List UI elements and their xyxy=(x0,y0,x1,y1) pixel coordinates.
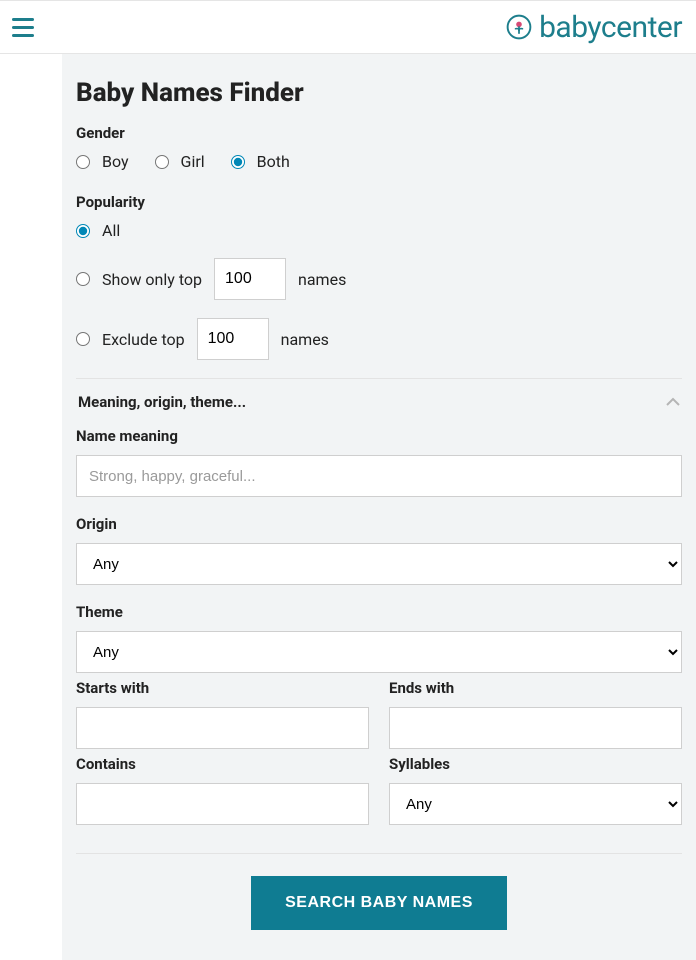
page-title: Baby Names Finder xyxy=(76,78,682,108)
advanced-accordion-header[interactable]: Meaning, origin, theme... xyxy=(76,378,682,421)
popularity-label: Popularity xyxy=(76,193,682,211)
popularity-onlytop-radio[interactable] xyxy=(76,272,90,286)
popularity-all-option[interactable]: All xyxy=(76,221,682,240)
brand-logo[interactable]: babycenter xyxy=(505,10,682,45)
popularity-exclude-suffix: names xyxy=(281,330,329,349)
theme-select[interactable]: Any xyxy=(76,631,682,673)
popularity-onlytop-input[interactable] xyxy=(214,258,286,300)
gender-girl-radio[interactable] xyxy=(155,155,169,169)
popularity-onlytop-suffix: names xyxy=(298,270,346,289)
meaning-input[interactable] xyxy=(76,455,682,497)
name-finder-form: Baby Names Finder Gender Boy Girl Both P… xyxy=(62,54,696,960)
advanced-panel: Name meaning Origin Any Theme Any Starts… xyxy=(76,427,682,825)
gender-boy-label: Boy xyxy=(102,152,129,171)
origin-label: Origin xyxy=(76,515,682,533)
popularity-all-label: All xyxy=(102,221,120,240)
contains-label: Contains xyxy=(76,755,369,773)
gender-radio-group: Boy Girl Both xyxy=(76,152,682,171)
gender-both-radio[interactable] xyxy=(231,155,245,169)
search-button[interactable]: SEARCH BABY NAMES xyxy=(251,876,507,930)
gender-boy-option[interactable]: Boy xyxy=(76,152,129,171)
theme-label: Theme xyxy=(76,603,682,621)
endswith-input[interactable] xyxy=(389,707,682,749)
logo-mark-icon xyxy=(505,13,533,41)
chevron-up-icon xyxy=(666,393,680,411)
global-header: babycenter xyxy=(0,0,696,54)
startswith-label: Starts with xyxy=(76,679,369,697)
popularity-exclude-input[interactable] xyxy=(197,318,269,360)
meaning-label: Name meaning xyxy=(76,427,682,445)
popularity-exclude-radio[interactable] xyxy=(76,332,90,346)
brand-name: babycenter xyxy=(539,10,682,45)
gender-both-label: Both xyxy=(257,152,290,171)
hamburger-menu-icon[interactable] xyxy=(8,13,36,41)
contains-input[interactable] xyxy=(76,783,369,825)
popularity-onlytop-option[interactable]: Show only top names xyxy=(76,258,682,300)
advanced-accordion-title: Meaning, origin, theme... xyxy=(78,393,246,411)
syllables-label: Syllables xyxy=(389,755,682,773)
popularity-exclude-prefix: Exclude top xyxy=(102,330,185,349)
section-divider xyxy=(76,853,682,854)
popularity-all-radio[interactable] xyxy=(76,224,90,238)
gender-girl-label: Girl xyxy=(181,152,205,171)
gender-girl-option[interactable]: Girl xyxy=(155,152,205,171)
gender-both-option[interactable]: Both xyxy=(231,152,290,171)
syllables-select[interactable]: Any xyxy=(389,783,682,825)
popularity-exclude-option[interactable]: Exclude top names xyxy=(76,318,682,360)
popularity-radio-group: All Show only top names Exclude top name… xyxy=(76,221,682,360)
popularity-onlytop-prefix: Show only top xyxy=(102,270,202,289)
gender-label: Gender xyxy=(76,124,682,142)
origin-select[interactable]: Any xyxy=(76,543,682,585)
startswith-input[interactable] xyxy=(76,707,369,749)
gender-boy-radio[interactable] xyxy=(76,155,90,169)
endswith-label: Ends with xyxy=(389,679,682,697)
